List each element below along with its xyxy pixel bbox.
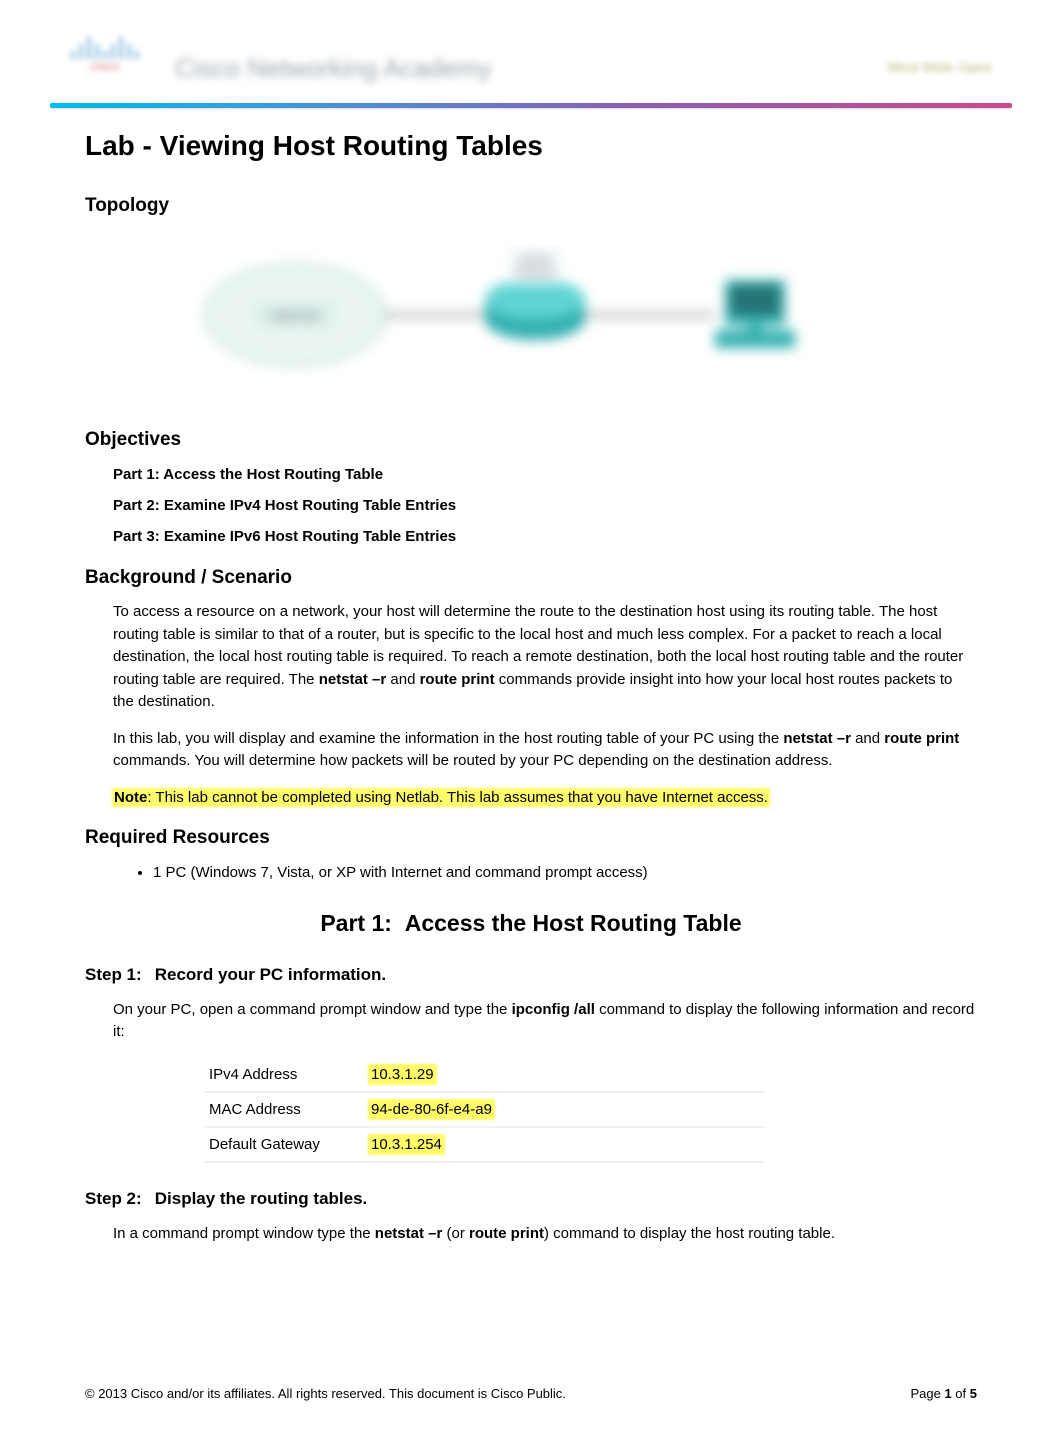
svg-text:Default: Default [519,255,551,266]
topology-diagram: Internet Default Gateway [175,230,977,407]
copyright-text: © 2013 Cisco and/or its affiliates. All … [85,1385,566,1403]
step1-heading: Step 1: Record your PC information. [85,963,977,987]
table-row: MAC Address 94-de-80-6f-e4-a9 [205,1092,765,1127]
academy-title: Cisco Networking Academy [175,50,491,86]
pc-info-table: IPv4 Address 10.3.1.29 MAC Address 94-de… [205,1058,765,1163]
document-header: cisco Cisco Networking Academy Mind Wide… [50,30,1012,95]
page-title: Lab - Viewing Host Routing Tables [85,126,977,165]
svg-text:Gateway: Gateway [515,268,554,279]
background-paragraph-2: In this lab, you will display and examin… [85,728,977,773]
gateway-label: Default Gateway [205,1127,365,1162]
cisco-logo: cisco [65,30,145,78]
objective-item: Part 1: Access the Host Routing Table [113,464,977,485]
table-row: Default Gateway 10.3.1.254 [205,1127,765,1162]
objectives-list: Part 1: Access the Host Routing Table Pa… [85,464,977,547]
svg-text:Internet: Internet [271,307,319,323]
objective-item: Part 3: Examine IPv6 Host Routing Table … [113,526,977,547]
resource-item: 1 PC (Windows 7, Vista, or XP with Inter… [153,862,977,883]
header-divider [50,103,1012,108]
required-heading: Required Resources [85,825,977,852]
ipv4-value: 10.3.1.29 [369,1065,436,1084]
gateway-value: 10.3.1.254 [369,1135,444,1154]
resources-list: 1 PC (Windows 7, Vista, or XP with Inter… [85,862,977,883]
step2-paragraph: In a command prompt window type the nets… [85,1223,977,1246]
step2-heading: Step 2: Display the routing tables. [85,1187,977,1211]
objective-item: Part 2: Examine IPv4 Host Routing Table … [113,495,977,516]
mac-label: MAC Address [205,1092,365,1127]
ipv4-label: IPv4 Address [205,1058,365,1092]
mac-value: 94-de-80-6f-e4-a9 [369,1100,494,1119]
table-row: IPv4 Address 10.3.1.29 [205,1058,765,1092]
objectives-heading: Objectives [85,427,977,454]
page-footer: © 2013 Cisco and/or its affiliates. All … [50,1385,1012,1403]
page-number: Page 1 of 5 [910,1385,977,1403]
part1-heading: Part 1: Access the Host Routing Table [85,907,977,939]
step1-paragraph: On your PC, open a command prompt window… [85,999,977,1044]
tagline: Mind Wide Open [888,58,992,78]
background-paragraph-1: To access a resource on a network, your … [85,601,977,714]
note-line: Note: This lab cannot be completed using… [85,787,977,810]
background-heading: Background / Scenario [85,565,977,592]
topology-heading: Topology [85,193,977,220]
